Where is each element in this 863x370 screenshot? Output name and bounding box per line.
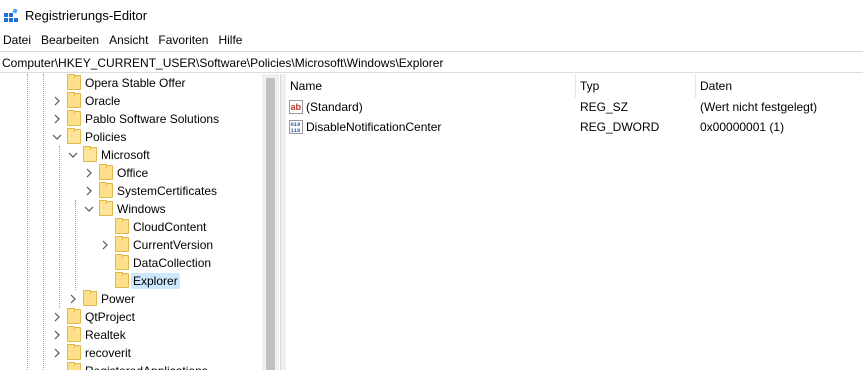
address-bar <box>0 51 863 73</box>
folder-icon <box>115 236 129 252</box>
value-row-disablenotificationcenter[interactable]: 010 110 DisableNotificationCenter REG_DW… <box>286 117 863 137</box>
tree-scrollbar-thumb[interactable] <box>266 78 275 370</box>
tree-node-label: QtProject <box>85 310 136 324</box>
folder-icon <box>67 110 81 126</box>
tree-node-label: Realtek <box>85 328 126 342</box>
tree-scrollbar[interactable] <box>262 74 279 370</box>
folder-open-icon <box>99 200 113 216</box>
menu-edit[interactable]: Bearbeiten <box>37 32 105 51</box>
folder-icon <box>99 182 113 198</box>
tree-node-systemcertificates[interactable]: SystemCertificates <box>0 182 262 200</box>
tree-node-currentversion[interactable]: CurrentVersion <box>0 236 262 254</box>
tree-node-pablo-software-solutions[interactable]: Pablo Software Solutions <box>0 110 262 128</box>
chevron-right-icon[interactable] <box>52 326 62 344</box>
value-type: REG_SZ <box>580 100 629 114</box>
folder-icon <box>115 272 129 288</box>
tree-node-cloudcontent[interactable]: CloudContent <box>0 218 262 236</box>
chevron-right-icon[interactable] <box>68 290 78 308</box>
tree-node-office[interactable]: Office <box>0 164 262 182</box>
chevron-right-icon[interactable] <box>52 110 62 128</box>
title-bar: Registrierungs-Editor <box>0 0 863 32</box>
value-name: DisableNotificationCenter <box>306 120 442 134</box>
binary-value-icon: 010 110 <box>289 120 303 134</box>
folder-icon <box>67 344 81 360</box>
tree-node-qtproject[interactable]: QtProject <box>0 308 262 326</box>
chevron-right-icon[interactable] <box>84 164 94 182</box>
folder-icon <box>115 254 129 270</box>
folder-icon <box>67 362 81 370</box>
tree-node-registeredapplications[interactable]: RegisteredApplications <box>0 362 262 370</box>
menu-bar: Datei Bearbeiten Ansicht Favoriten Hilfe <box>0 32 863 51</box>
tree-node-label: RegisteredApplications <box>83 363 210 370</box>
menu-file[interactable]: Datei <box>0 32 37 51</box>
window-title: Registrierungs-Editor <box>25 8 148 23</box>
tree-node-label: Power <box>101 292 136 306</box>
tree-node-label: Oracle <box>85 94 121 108</box>
folder-icon <box>115 218 129 234</box>
tree-node-label: Opera Stable Offer <box>85 76 186 90</box>
svg-text:110: 110 <box>291 127 301 134</box>
tree-node-label: Office <box>117 166 149 180</box>
tree-node-oracle[interactable]: Oracle <box>0 92 262 110</box>
column-header-name[interactable]: Name <box>286 74 575 98</box>
key-tree: Opera Stable Offer Oracle Pablo Software S… <box>0 74 280 370</box>
value-name: (Standard) <box>306 100 363 114</box>
value-type: REG_DWORD <box>580 120 660 134</box>
address-input[interactable] <box>2 54 860 71</box>
value-row-standard[interactable]: ab (Standard) REG_SZ (Wert nicht festgel… <box>286 97 863 117</box>
tree-node-label: Policies <box>85 130 127 144</box>
tree-node-policies[interactable]: Policies <box>0 128 262 146</box>
chevron-down-icon[interactable] <box>52 128 62 146</box>
tree-node-realtek[interactable]: Realtek <box>0 326 262 344</box>
value-data: 0x00000001 (1) <box>700 120 785 134</box>
tree-node-microsoft[interactable]: Microsoft <box>0 146 262 164</box>
tree-node-label: SystemCertificates <box>117 184 218 198</box>
chevron-right-icon[interactable] <box>52 92 62 110</box>
value-list: Name Typ Daten ab (Standard) REG_SZ (Wer… <box>286 74 863 370</box>
folder-open-icon <box>83 146 97 162</box>
folder-icon <box>67 308 81 324</box>
tree-node-power[interactable]: Power <box>0 290 262 308</box>
column-header-data[interactable]: Daten <box>696 74 863 98</box>
chevron-right-icon[interactable] <box>52 344 62 362</box>
tree-node-label: Explorer <box>131 273 180 289</box>
chevron-right-icon[interactable] <box>52 308 62 326</box>
folder-icon <box>99 164 113 180</box>
chevron-down-icon[interactable] <box>68 146 78 164</box>
tree-node-label: CloudContent <box>133 220 207 234</box>
tree-node-opera-stable-offer[interactable]: Opera Stable Offer <box>0 74 262 92</box>
tree-node-explorer[interactable]: Explorer <box>0 272 262 290</box>
tree-node-label: recoverit <box>85 346 132 360</box>
tree-node-label: Windows <box>117 202 166 216</box>
registry-editor-icon <box>4 9 18 22</box>
menu-view[interactable]: Ansicht <box>105 32 154 51</box>
menu-favorites[interactable]: Favoriten <box>154 32 214 51</box>
chevron-right-icon[interactable] <box>84 182 94 200</box>
folder-icon <box>67 92 81 108</box>
folder-icon <box>67 326 81 342</box>
tree-node-datacollection[interactable]: DataCollection <box>0 254 262 272</box>
chevron-down-icon[interactable] <box>84 200 94 218</box>
folder-open-icon <box>67 128 81 144</box>
tree-node-label: Pablo Software Solutions <box>85 112 220 126</box>
chevron-right-icon[interactable] <box>100 236 110 254</box>
folder-icon <box>83 290 97 306</box>
tree-node-label: Microsoft <box>101 148 150 162</box>
string-value-icon: ab <box>289 100 303 114</box>
svg-text:ab: ab <box>291 102 302 112</box>
tree-node-label: CurrentVersion <box>133 238 214 252</box>
value-data: (Wert nicht festgelegt) <box>700 100 818 114</box>
column-header-type[interactable]: Typ <box>576 74 695 98</box>
menu-help[interactable]: Hilfe <box>214 32 248 51</box>
tree-node-recoverit[interactable]: recoverit <box>0 344 262 362</box>
tree-node-windows[interactable]: Windows <box>0 200 262 218</box>
tree-node-label: DataCollection <box>133 256 212 270</box>
folder-icon <box>67 74 81 90</box>
